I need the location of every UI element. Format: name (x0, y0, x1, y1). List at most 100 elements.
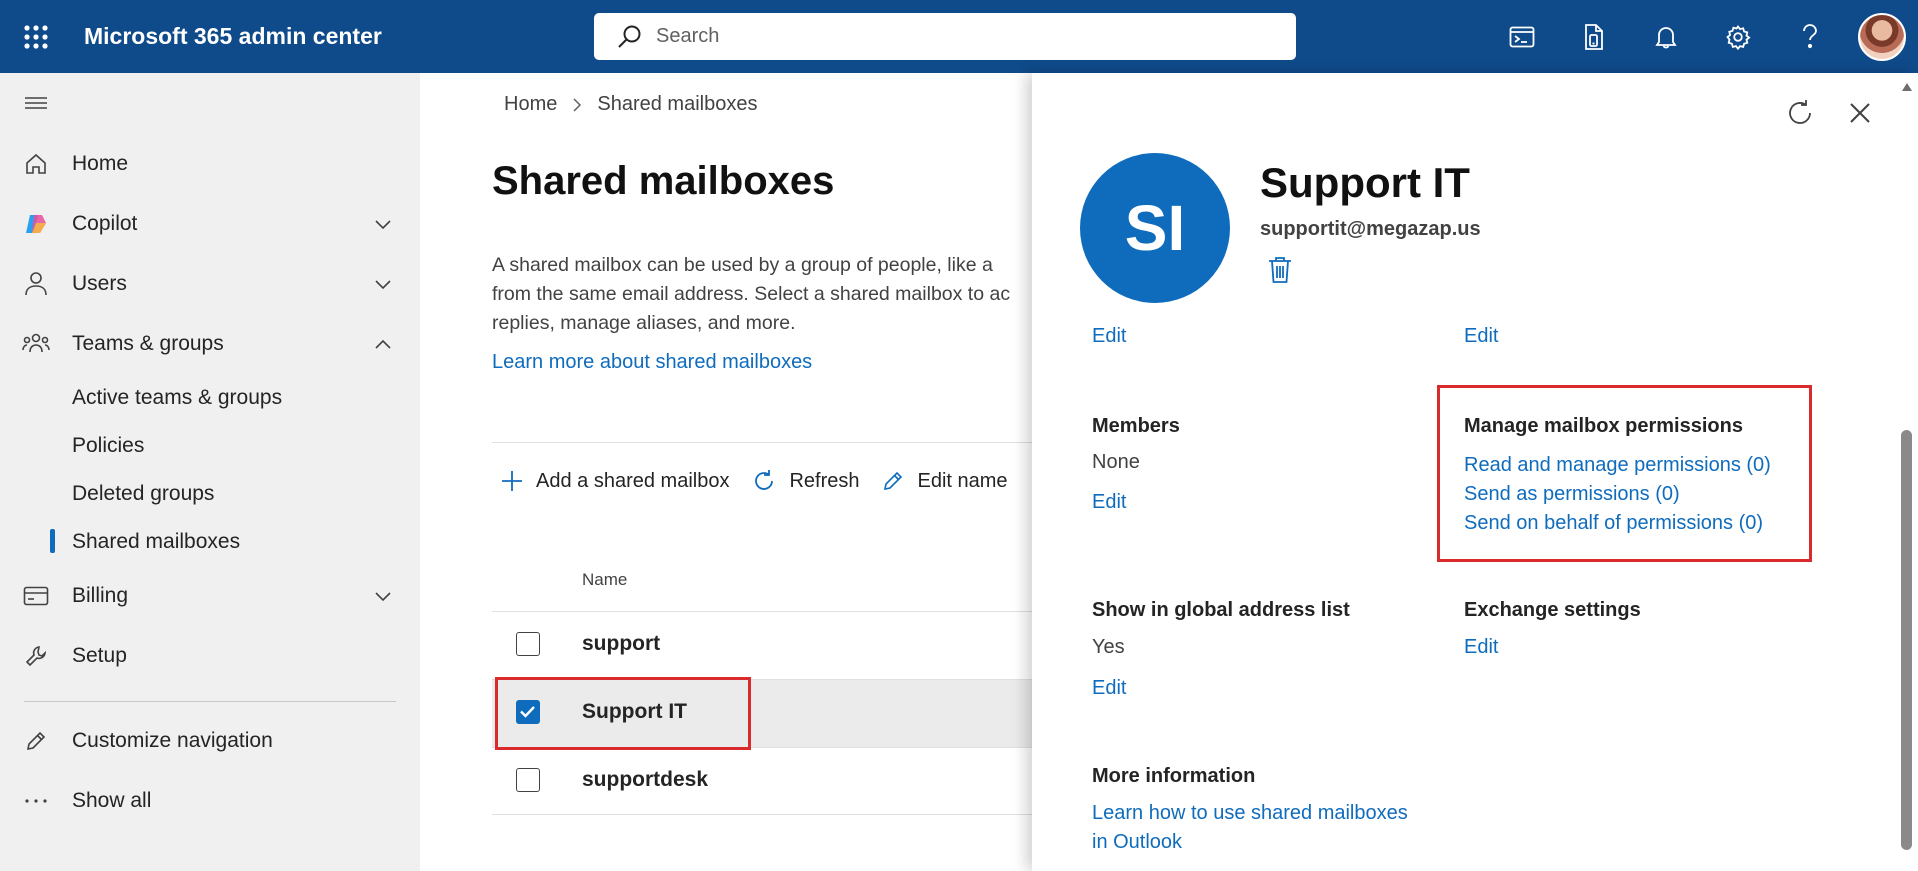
chevron-down-icon (375, 280, 391, 290)
edit-name-label: Edit name (917, 469, 1008, 492)
nav-label-customize-navigation: Customize navigation (72, 729, 273, 752)
checkmark-icon (520, 706, 535, 718)
waffle-icon (24, 24, 48, 49)
notifications-button[interactable] (1630, 0, 1702, 73)
navigation-divider (24, 701, 396, 702)
left-navigation: Home Copilot Users Teams & groups Active… (0, 73, 420, 871)
collapse-navigation-button[interactable] (22, 89, 50, 117)
breadcrumb-current: Shared mailboxes (597, 93, 758, 115)
mailbox-avatar: SI (1080, 153, 1230, 303)
outlook-help-link[interactable]: Learn how to use shared mailboxes (1092, 802, 1408, 825)
row-checkbox[interactable] (516, 700, 540, 724)
nav-item-show-all[interactable]: Show all (0, 776, 420, 826)
nav-item-billing[interactable]: Billing (0, 571, 420, 621)
nav-item-active-teams-groups[interactable]: Active teams & groups (0, 376, 420, 420)
table-row[interactable]: supportdesk (492, 747, 1032, 815)
gear-icon (1726, 24, 1751, 50)
mailbox-details-panel: SI Support IT supportit@megazap.us Edit … (1032, 73, 1918, 871)
nav-item-users[interactable]: Users (0, 259, 420, 309)
top-bar: Microsoft 365 admin center (0, 0, 1918, 73)
settings-button[interactable] (1702, 0, 1774, 73)
nav-label-deleted-groups: Deleted groups (72, 482, 215, 505)
description-line: from the same email address. Select a sh… (492, 283, 1011, 305)
nav-item-setup[interactable]: Setup (0, 631, 420, 681)
edit-exchange-settings-link[interactable]: Edit (1464, 636, 1498, 659)
row-name[interactable]: support (582, 632, 660, 656)
command-bar-divider (492, 442, 1032, 443)
nav-item-deleted-groups[interactable]: Deleted groups (0, 472, 420, 516)
chevron-down-icon (375, 220, 391, 230)
edit-name-button[interactable]: Edit name (881, 469, 1008, 493)
panel-scrollbar[interactable] (1901, 430, 1912, 850)
nav-item-policies[interactable]: Policies (0, 424, 420, 468)
page-title: Shared mailboxes (492, 159, 835, 203)
row-checkbox[interactable] (516, 632, 540, 656)
app-launcher-button[interactable] (0, 0, 72, 73)
terminal-icon (1509, 26, 1535, 47)
mobile-document-icon (1585, 23, 1603, 50)
nav-label-show-all: Show all (72, 789, 152, 812)
nav-item-teams-groups[interactable]: Teams & groups (0, 319, 420, 369)
scroll-up-arrow-icon[interactable] (1900, 80, 1914, 94)
learn-more-link[interactable]: Learn more about shared mailboxes (492, 351, 812, 374)
chevron-down-icon (375, 592, 391, 602)
nav-item-shared-mailboxes[interactable]: Shared mailboxes (0, 520, 420, 564)
edit-gal-link[interactable]: Edit (1092, 677, 1126, 700)
teams-icon (22, 330, 50, 358)
wrench-icon (22, 642, 50, 670)
read-manage-permissions-link[interactable]: Read and manage permissions (0) (1464, 454, 1771, 477)
nav-label-billing: Billing (72, 584, 129, 607)
mailbox-name: Support IT (1260, 159, 1470, 206)
outlook-help-link[interactable]: in Outlook (1092, 831, 1182, 854)
column-header-name[interactable]: Name (582, 570, 627, 590)
edit-link[interactable]: Edit (1464, 325, 1498, 348)
members-title: Members (1092, 415, 1180, 437)
nav-item-customize-navigation[interactable]: Customize navigation (0, 716, 420, 766)
home-icon (22, 150, 50, 178)
description-line: A shared mailbox can be used by a group … (492, 254, 993, 276)
nav-label-users: Users (72, 272, 127, 295)
cloud-shell-button[interactable] (1486, 0, 1558, 73)
table-row[interactable]: support (492, 611, 1032, 679)
trash-icon[interactable] (1266, 255, 1294, 285)
close-icon[interactable] (1846, 99, 1874, 127)
gal-value: Yes (1092, 636, 1125, 658)
description-line: replies, manage aliases, and more. (492, 312, 796, 334)
send-on-behalf-permissions-link[interactable]: Send on behalf of permissions (0) (1464, 512, 1763, 535)
help-button[interactable] (1774, 0, 1846, 73)
app-title[interactable]: Microsoft 365 admin center (84, 23, 382, 50)
add-shared-mailbox-button[interactable]: Add a shared mailbox (500, 469, 729, 493)
command-bar: Add a shared mailbox Refresh Edit name (500, 461, 1030, 501)
row-checkbox[interactable] (516, 768, 540, 792)
page-description: A shared mailbox can be used by a group … (492, 251, 1032, 338)
mobile-app-button[interactable] (1558, 0, 1630, 73)
hamburger-icon (25, 97, 47, 109)
nav-label-home: Home (72, 152, 129, 175)
main-content: Home Shared mailboxes Shared mailboxes A… (420, 73, 1032, 871)
pencil-icon (22, 727, 50, 755)
breadcrumb-home[interactable]: Home (504, 93, 557, 116)
table-row[interactable]: Support IT (492, 679, 1032, 747)
refresh-icon[interactable] (1784, 97, 1816, 129)
search-box[interactable] (594, 13, 1296, 60)
refresh-label: Refresh (789, 469, 860, 492)
nav-item-copilot[interactable]: Copilot (0, 199, 420, 249)
refresh-button[interactable]: Refresh (751, 468, 859, 494)
edit-link[interactable]: Edit (1092, 325, 1126, 348)
account-manager-button[interactable] (1846, 0, 1918, 73)
bell-icon (1655, 26, 1677, 48)
permissions-title: Manage mailbox permissions (1464, 415, 1743, 437)
selected-indicator (50, 529, 55, 553)
refresh-icon (755, 470, 774, 490)
nav-label-teams-groups: Teams & groups (72, 332, 224, 355)
search-input[interactable] (656, 25, 1276, 48)
row-name[interactable]: supportdesk (582, 768, 708, 792)
edit-members-link[interactable]: Edit (1092, 491, 1126, 514)
send-as-permissions-link[interactable]: Send as permissions (0) (1464, 483, 1680, 506)
chevron-right-icon (573, 97, 582, 112)
help-icon (1803, 23, 1817, 48)
row-name[interactable]: Support IT (582, 700, 687, 724)
nav-item-home[interactable]: Home (0, 139, 420, 189)
plus-icon (502, 471, 522, 491)
ellipsis-icon (22, 787, 50, 815)
